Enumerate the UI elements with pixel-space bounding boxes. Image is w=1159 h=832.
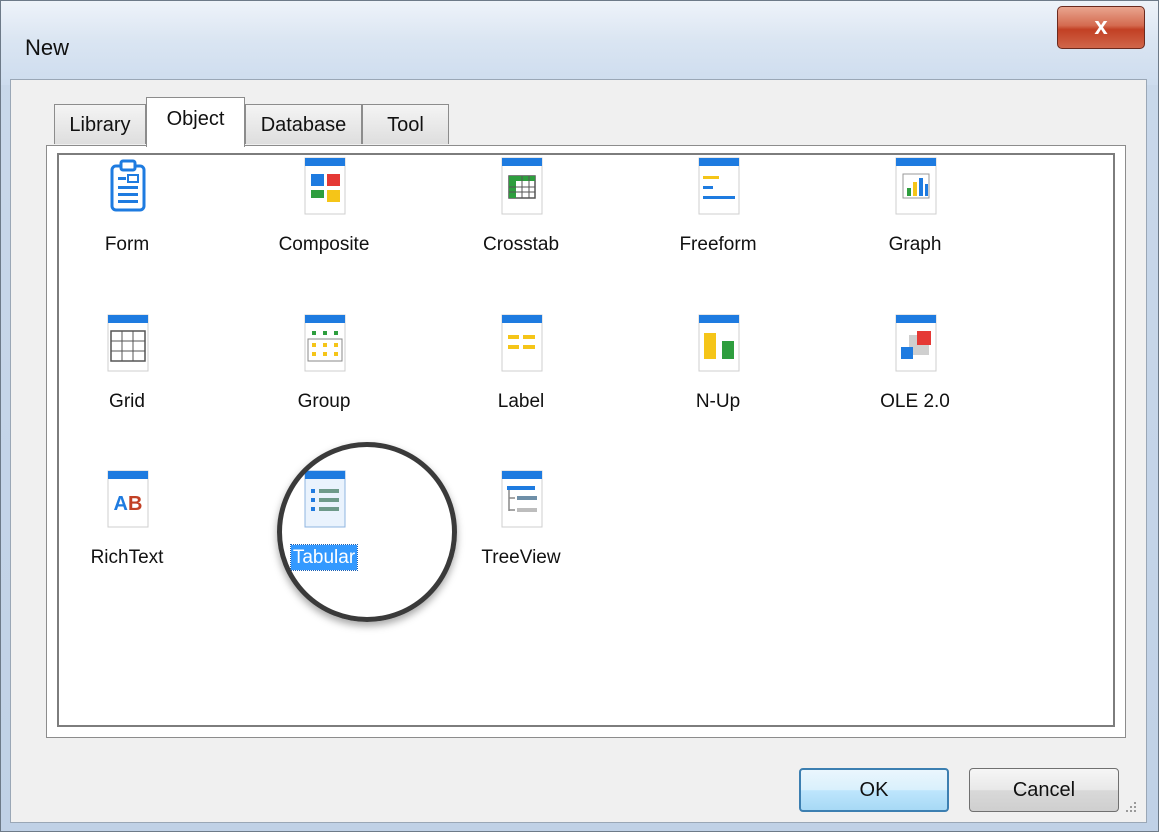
title-bar[interactable]: New x bbox=[1, 1, 1158, 85]
item-label: Form bbox=[104, 234, 150, 255]
crosstab-icon bbox=[501, 157, 543, 215]
list-item-tabular[interactable]: Tabular bbox=[254, 469, 394, 599]
item-label: Group bbox=[297, 391, 351, 412]
grid-icon bbox=[107, 314, 149, 372]
item-label: N-Up bbox=[695, 391, 741, 412]
composite-icon bbox=[304, 157, 346, 215]
list-item-n-up[interactable]: N-Up bbox=[648, 313, 788, 443]
ole-icon bbox=[895, 314, 937, 372]
close-button[interactable]: x bbox=[1057, 6, 1145, 49]
window-title: New bbox=[25, 35, 70, 60]
treeview-icon bbox=[501, 470, 543, 528]
list-item-crosstab[interactable]: Crosstab bbox=[451, 156, 591, 286]
tab-object[interactable]: Object bbox=[146, 97, 245, 147]
item-label: Composite bbox=[278, 234, 370, 255]
list-item-freeform[interactable]: Freeform bbox=[648, 156, 788, 286]
new-dialog: New x Library Object Database Tool Form … bbox=[0, 0, 1159, 832]
label-icon bbox=[501, 314, 543, 372]
list-item-ole[interactable]: OLE 2.0 bbox=[845, 313, 985, 443]
item-label: Grid bbox=[109, 391, 145, 412]
ok-button[interactable]: OK bbox=[799, 768, 949, 812]
freeform-icon bbox=[698, 157, 740, 215]
item-label: Label bbox=[497, 391, 545, 412]
list-item-composite[interactable]: Composite bbox=[254, 156, 394, 286]
tabular-icon bbox=[304, 470, 346, 528]
list-item-grid[interactable]: Grid bbox=[57, 313, 197, 443]
list-item-label[interactable]: Label bbox=[451, 313, 591, 443]
form-icon bbox=[110, 159, 146, 212]
group-icon bbox=[304, 314, 346, 372]
item-label: Graph bbox=[888, 234, 942, 255]
list-item-richtext[interactable]: AB RichText bbox=[57, 469, 197, 599]
item-label: TreeView bbox=[481, 547, 561, 568]
list-item-treeview[interactable]: TreeView bbox=[451, 469, 591, 599]
cancel-button[interactable]: Cancel bbox=[969, 768, 1119, 812]
item-label: OLE 2.0 bbox=[880, 391, 950, 412]
tab-library[interactable]: Library bbox=[54, 104, 146, 144]
item-label: Tabular bbox=[289, 544, 359, 571]
tab-tool[interactable]: Tool bbox=[362, 104, 449, 144]
dialog-body: Library Object Database Tool Form Compos… bbox=[10, 79, 1147, 823]
item-label: RichText bbox=[90, 547, 164, 568]
tab-panel-object: Form Composite Crosstab Freeform Graph G… bbox=[46, 145, 1126, 738]
list-item-group[interactable]: Group bbox=[254, 313, 394, 443]
object-list[interactable]: Form Composite Crosstab Freeform Graph G… bbox=[57, 153, 1115, 727]
list-item-graph[interactable]: Graph bbox=[845, 156, 985, 286]
richtext-icon-text: AB bbox=[114, 493, 143, 515]
n-up-icon bbox=[698, 314, 740, 372]
richtext-icon: AB bbox=[107, 470, 149, 528]
graph-icon bbox=[895, 157, 937, 215]
list-item-form[interactable]: Form bbox=[57, 156, 197, 286]
item-label: Freeform bbox=[679, 234, 757, 255]
tab-database[interactable]: Database bbox=[245, 104, 362, 144]
resize-grip-icon[interactable] bbox=[1124, 800, 1138, 814]
item-label: Crosstab bbox=[482, 234, 560, 255]
